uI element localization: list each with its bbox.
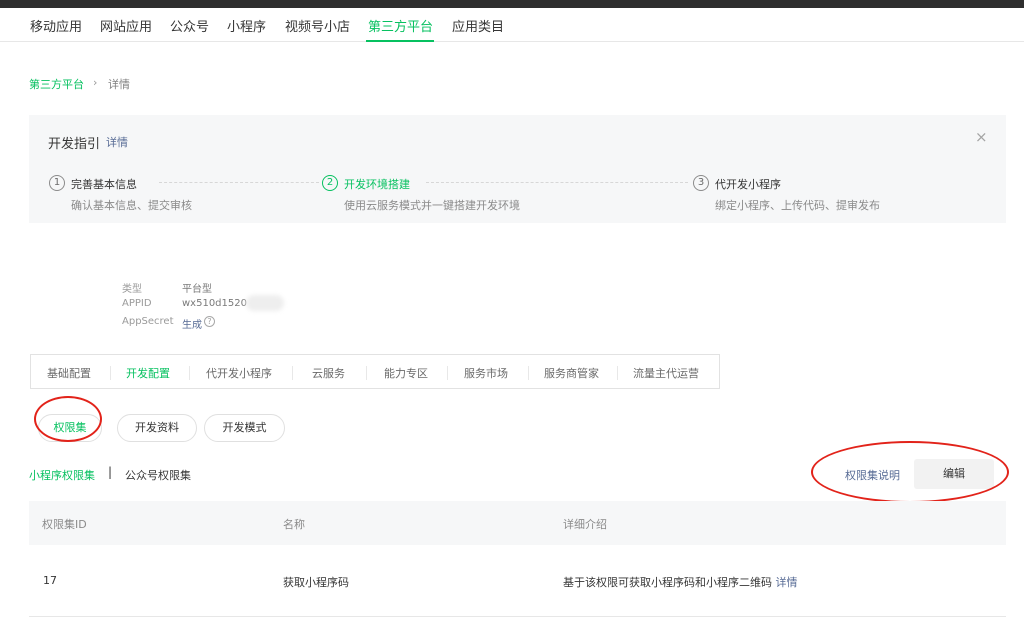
step-connector [426,182,688,183]
tab-divider [110,366,111,380]
cell-description-text: 基于该权限可获取小程序码和小程序二维码 [563,576,772,589]
help-icon[interactable]: ? [204,316,215,327]
nav-item-channels-store[interactable]: 视频号小店 [285,16,350,35]
cell-permission-id: 17 [43,574,57,587]
tab-service-market[interactable]: 服务市场 [464,365,508,381]
tab-dev-config[interactable]: 开发配置 [126,365,170,381]
tab-divider [292,366,293,380]
subtab-mini-program-permissions[interactable]: 小程序权限集 [29,467,95,483]
cell-description: 基于该权限可获取小程序码和小程序二维码 详情 [563,574,798,590]
breadcrumb-parent-link[interactable]: 第三方平台 [29,76,84,92]
tab-capability-zone[interactable]: 能力专区 [384,365,428,381]
redacted-blur [246,295,284,311]
pill-dev-mode[interactable]: 开发模式 [204,414,285,442]
table-row: 17 获取小程序码 基于该权限可获取小程序码和小程序二维码 详情 [29,545,1006,617]
tab-divider [528,366,529,380]
tab-divider [617,366,618,380]
type-value: 平台型 [182,284,212,295]
nav-active-underline [366,40,434,42]
step-connector [159,182,319,183]
dev-guide-panel: 开发指引 详情 × 1 完善基本信息 确认基本信息、提交审核 2 开发环境搭建 … [29,115,1006,223]
tab-proxy-dev-mini-program[interactable]: 代开发小程序 [206,365,272,381]
pill-dev-materials[interactable]: 开发资料 [117,414,197,442]
tab-divider [366,366,367,380]
breadcrumb-chevron-icon: › [93,76,98,89]
header-name: 名称 [283,518,305,531]
tab-service-manager[interactable]: 服务商管家 [544,365,599,381]
top-nav: 移动应用 网站应用 公众号 小程序 视频号小店 第三方平台 应用类目 [0,8,1024,42]
nav-item-website-app[interactable]: 网站应用 [100,16,152,35]
permission-set-help-link[interactable]: 权限集说明 [845,467,900,483]
subtab-divider: | [108,465,113,479]
step-3-desc: 绑定小程序、上传代码、提审发布 [715,199,880,212]
tab-traffic-operation[interactable]: 流量主代运营 [633,365,699,381]
breadcrumb-current: 详情 [108,78,130,91]
appsecret-generate-link[interactable]: 生成 [182,316,202,331]
nav-item-mobile-app[interactable]: 移动应用 [30,16,82,35]
subtab-official-account-permissions[interactable]: 公众号权限集 [125,467,191,483]
step-3-number: 3 [693,175,709,191]
nav-item-mini-program[interactable]: 小程序 [227,16,266,35]
tab-basic-config[interactable]: 基础配置 [47,365,91,381]
pill-permission-set[interactable]: 权限集 [38,414,102,442]
close-icon[interactable]: × [975,130,988,145]
guide-title: 开发指引 [48,137,101,152]
step-1-number: 1 [49,175,65,191]
nav-item-third-party-platform[interactable]: 第三方平台 [368,16,433,35]
type-label: 类型 [122,284,142,295]
permission-table-header: 权限集ID 名称 详细介绍 [29,501,1006,545]
header-description: 详细介绍 [563,518,607,531]
edit-button[interactable]: 编辑 [914,459,994,489]
header-permission-id: 权限集ID [42,518,87,531]
detail-tabs: 基础配置 开发配置 代开发小程序 云服务 能力专区 服务市场 服务商管家 流量主… [30,354,720,389]
cell-detail-link[interactable]: 详情 [776,576,798,589]
step-1-desc: 确认基本信息、提交审核 [71,199,192,212]
appid-value: wx510d1520 [182,298,247,309]
tab-divider [189,366,190,380]
step-1-title: 完善基本信息 [71,178,137,191]
tab-cloud-service[interactable]: 云服务 [312,365,345,381]
step-3-title: 代开发小程序 [715,178,781,191]
tab-divider [447,366,448,380]
step-2-title: 开发环境搭建 [344,178,410,191]
nav-item-app-category[interactable]: 应用类目 [452,16,504,35]
appsecret-label: AppSecret [122,316,174,327]
appid-label: APPID [122,298,152,309]
guide-detail-link[interactable]: 详情 [106,134,128,150]
cell-name: 获取小程序码 [283,576,349,589]
nav-item-official-account[interactable]: 公众号 [170,16,209,35]
step-2-number: 2 [322,175,338,191]
step-2-desc: 使用云服务模式并一键搭建开发环境 [344,199,520,212]
top-dark-bar [0,0,1024,8]
